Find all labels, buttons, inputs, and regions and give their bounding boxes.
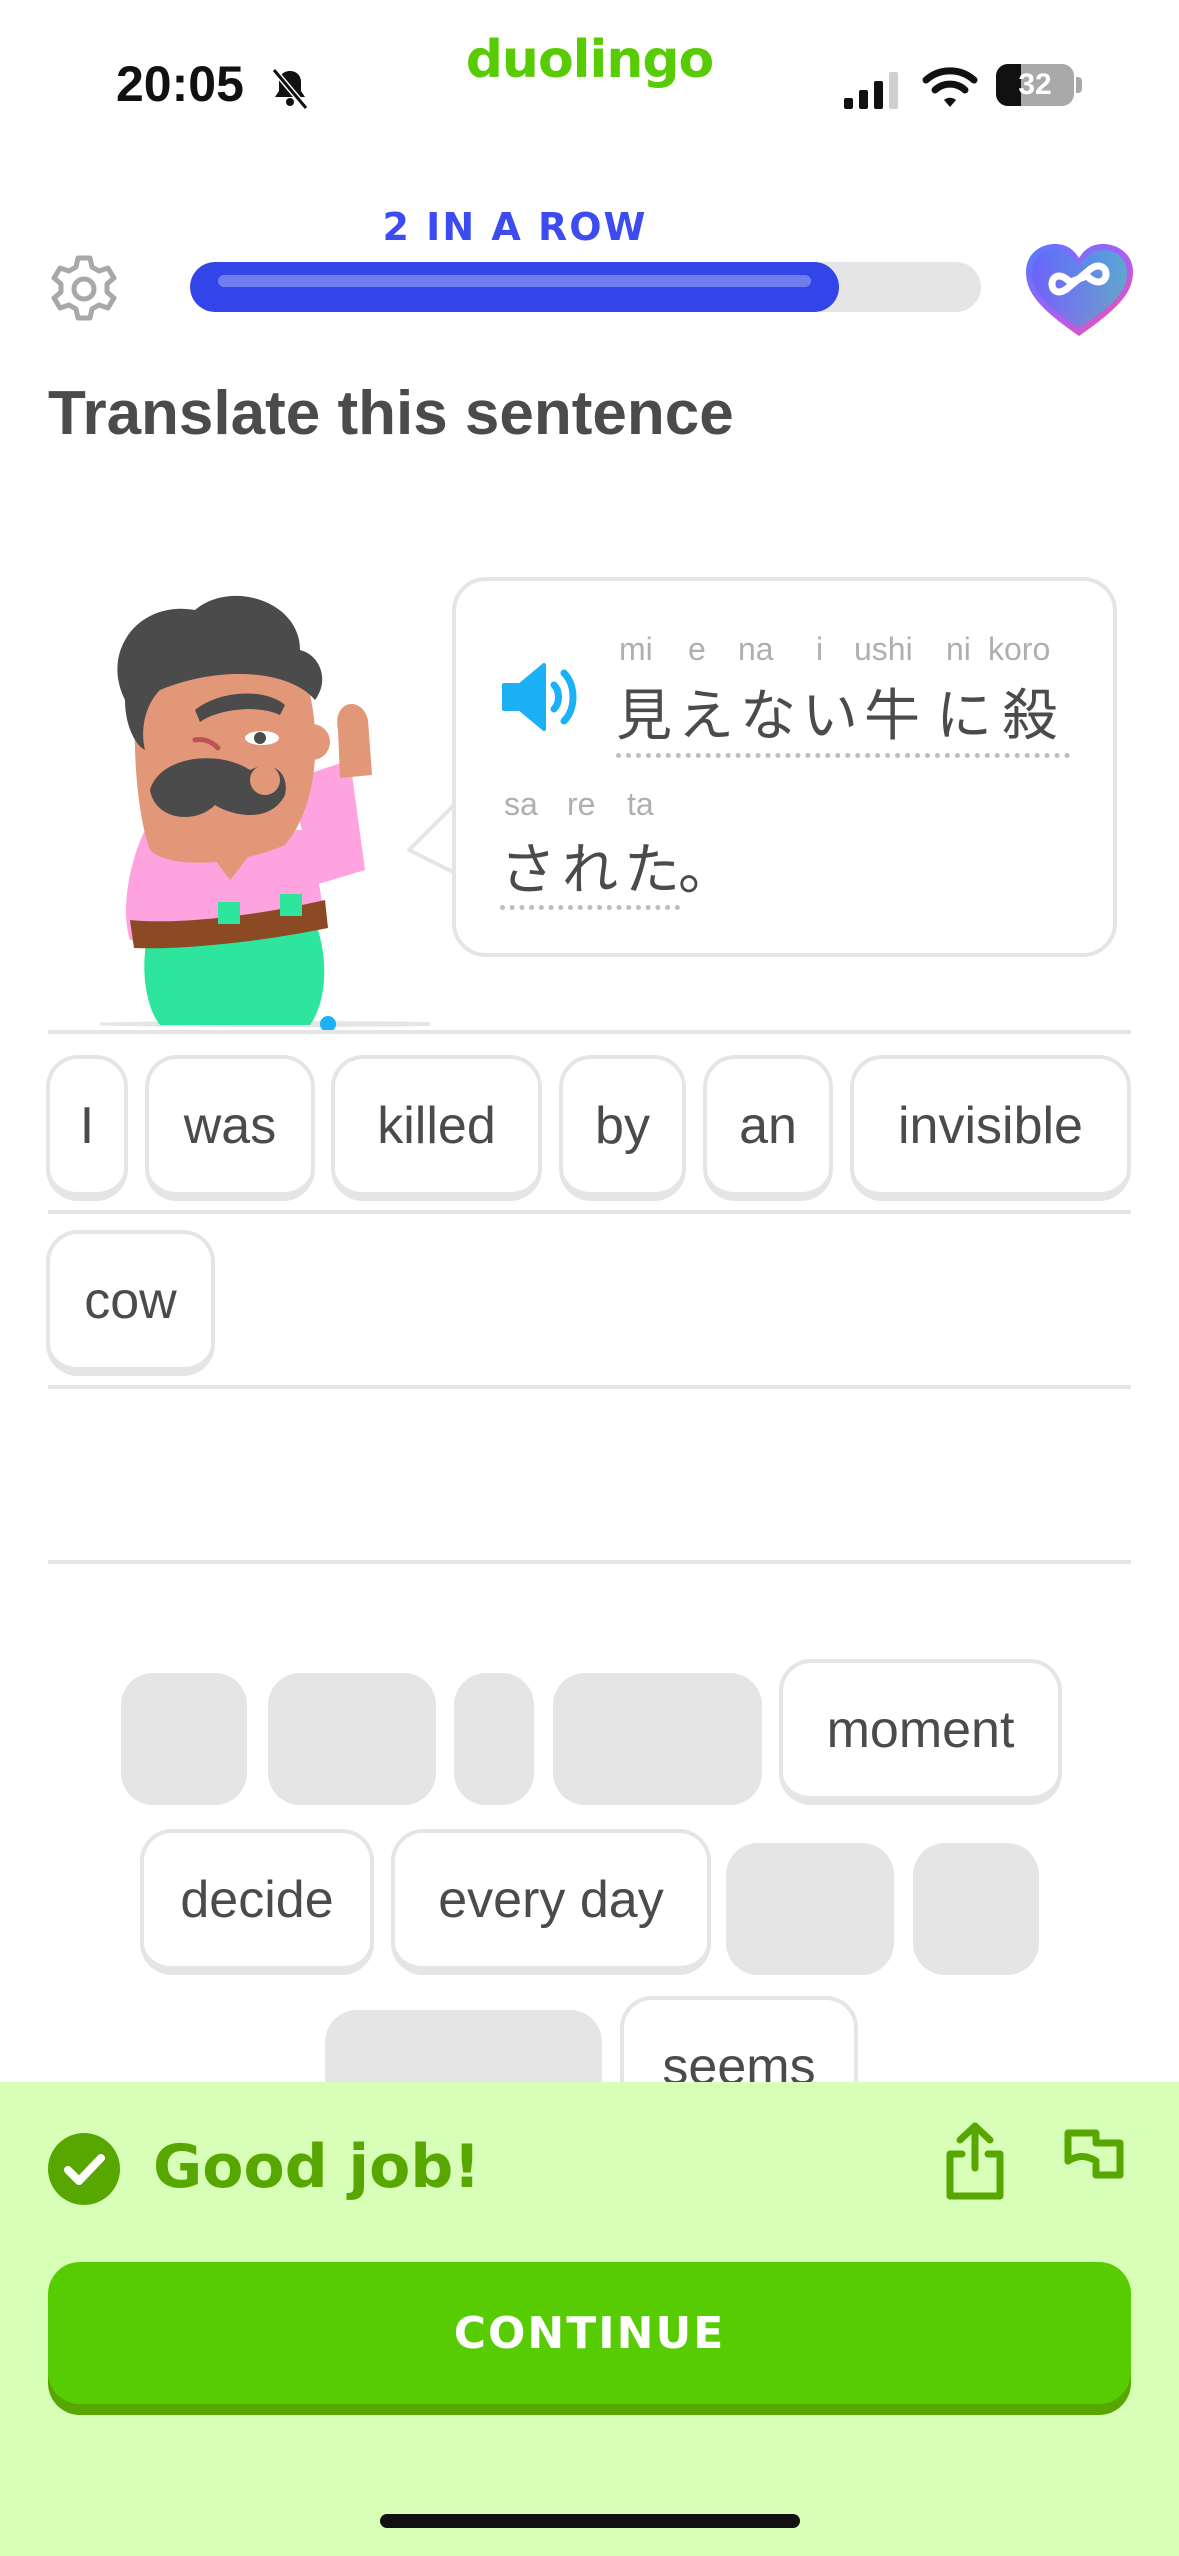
prompt-word[interactable]: 見 [616,671,676,752]
exercise-title: Translate this sentence [48,379,734,448]
answer-word-chip[interactable]: was [145,1055,315,1201]
hover-hint-underline [616,753,1070,758]
lesson-progress-bar [190,262,981,312]
used-word-slot [121,1673,247,1805]
answer-line [48,1210,1131,1214]
prompt-word[interactable]: い [802,671,862,752]
ruby-text: ni [946,631,971,667]
used-word-slot [726,1843,894,1975]
prompt-word[interactable]: れ [562,825,622,906]
home-indicator[interactable] [380,2514,800,2528]
answer-word-chip[interactable]: cow [46,1230,215,1376]
prompt-punctuation: 。 [678,838,738,903]
ruby-text: sa [504,786,538,822]
hover-hint-underline [500,905,680,910]
word-bank-chip[interactable]: moment [779,1659,1062,1805]
report-flag-icon[interactable] [1060,2125,1128,2199]
ruby-text: mi [619,631,653,667]
answer-word-chip[interactable]: killed [331,1055,542,1201]
ruby-text: i [816,631,824,667]
ruby-text: re [567,786,596,822]
lesson-screen: 20:05 duolingo 32 2 IN A ROW Translate t… [0,0,1179,2556]
battery-percent: 32 [1018,68,1052,101]
prompt-word[interactable]: た [624,825,684,906]
answer-line [48,1560,1131,1564]
answer-word-chip[interactable]: by [559,1055,686,1201]
cellular-signal-icon [844,72,898,109]
share-icon[interactable] [942,2120,1008,2202]
streak-label: 2 IN A ROW [382,205,648,249]
used-word-slot [268,1673,436,1805]
ruby-text: e [688,631,706,667]
settings-gear-icon[interactable] [47,252,121,326]
answer-line [48,1030,1131,1034]
answer-line [48,1385,1131,1389]
feedback-message: Good job! [153,2132,481,2202]
character-illustration [100,595,430,1030]
speaker-audio-icon[interactable] [500,661,582,733]
answer-word-chip[interactable]: I [46,1055,128,1201]
prompt-word[interactable]: 牛 [864,671,924,752]
battery-indicator: 32 [996,64,1082,106]
prompt-word[interactable]: 殺 [1002,671,1062,752]
used-word-slot [454,1673,534,1805]
prompt-word[interactable]: え [678,671,738,752]
answer-word-chip[interactable]: an [703,1055,833,1201]
prompt-word[interactable]: さ [500,825,560,906]
ruby-text: na [738,631,774,667]
ruby-text: koro [988,631,1051,667]
used-word-slot [553,1673,762,1805]
prompt-word[interactable]: に [936,671,996,752]
prompt-word[interactable]: な [740,671,800,752]
lesson-progress-fill [190,262,839,312]
word-bank-chip[interactable]: decide [140,1829,374,1975]
ruby-text: ta [627,786,654,822]
checkmark-circle-icon [48,2133,120,2205]
used-word-slot [913,1843,1039,1975]
answer-word-chip[interactable]: invisible [850,1055,1131,1201]
word-bank-chip[interactable]: every day [391,1829,711,1975]
continue-button[interactable]: CONTINUE [48,2262,1131,2404]
ruby-text: ushi [854,631,913,667]
wifi-icon [922,67,978,107]
infinite-hearts-icon[interactable] [1022,240,1137,340]
prompt-speech-bubble: mi e na i ushi ni koro 見 え な い 牛 に 殺 sa … [452,577,1117,957]
